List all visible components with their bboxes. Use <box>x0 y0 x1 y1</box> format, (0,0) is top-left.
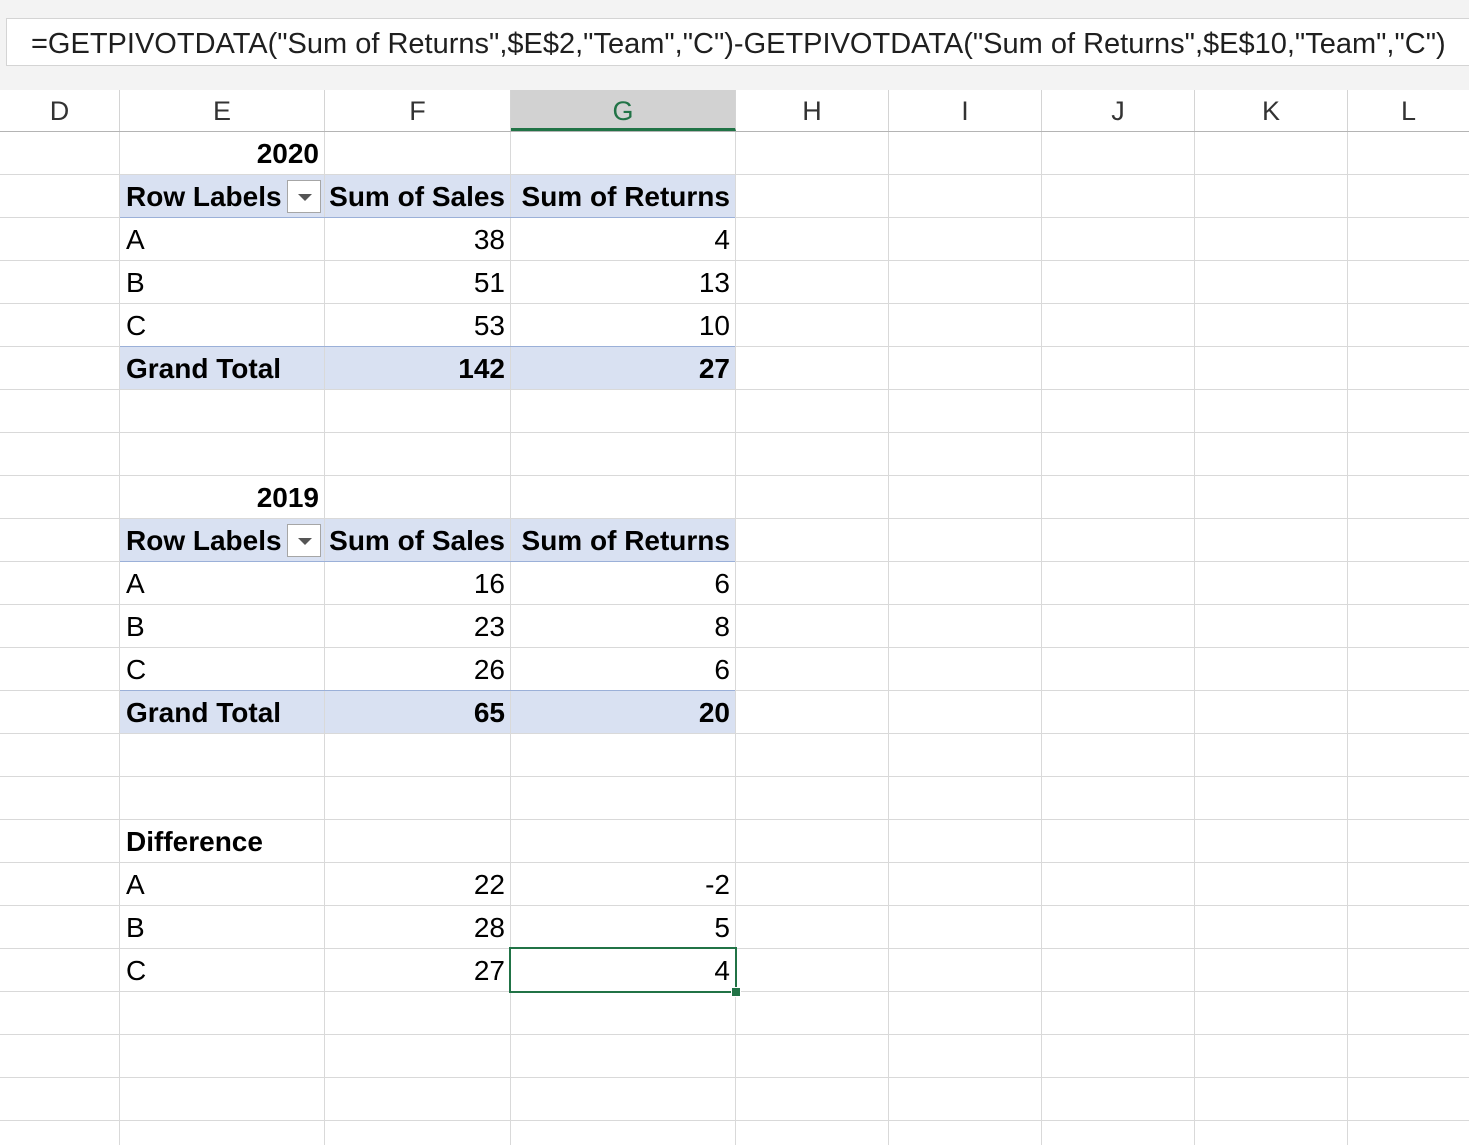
pivot-2019-header-sales[interactable]: Sum of Sales <box>325 519 511 562</box>
difference-row-returns[interactable]: -2 <box>511 863 736 906</box>
filter-dropdown-icon[interactable] <box>287 180 321 213</box>
pivot-2020-header-sales[interactable]: Sum of Sales <box>325 175 511 218</box>
difference-row-returns[interactable]: 5 <box>511 906 736 949</box>
pivot-2020-row-returns[interactable]: 10 <box>511 304 736 347</box>
pivot-2019-row-sales[interactable]: 26 <box>325 648 511 691</box>
pivot-2019-row-label[interactable]: C <box>120 648 325 691</box>
pivot-2020-row-sales[interactable]: 38 <box>325 218 511 261</box>
gridline <box>0 1120 1469 1121</box>
pivot-2020-header-returns[interactable]: Sum of Returns <box>511 175 736 218</box>
gridline <box>0 1034 1469 1035</box>
formula-input[interactable]: =GETPIVOTDATA("Sum of Returns",$E$2,"Tea… <box>6 18 1469 66</box>
pivot-2019-title[interactable]: 2019 <box>120 476 325 519</box>
pivot-2020-row-label[interactable]: B <box>120 261 325 304</box>
pivot-2020-total-label[interactable]: Grand Total <box>120 347 325 390</box>
gridline <box>0 1077 1469 1078</box>
column-header-g[interactable]: G <box>511 90 736 131</box>
gridline <box>0 432 1469 433</box>
pivot-2019-total-label[interactable]: Grand Total <box>120 691 325 734</box>
pivot-2019-row-returns[interactable]: 8 <box>511 605 736 648</box>
gridline <box>888 132 889 1145</box>
gridline <box>0 776 1469 777</box>
active-cell-border[interactable] <box>509 947 737 993</box>
column-header-d[interactable]: D <box>0 90 120 131</box>
fill-handle[interactable] <box>731 987 741 997</box>
pivot-2020-row-sales[interactable]: 53 <box>325 304 511 347</box>
filter-dropdown-icon[interactable] <box>287 524 321 557</box>
difference-row-label[interactable]: B <box>120 906 325 949</box>
pivot-2019-row-returns[interactable]: 6 <box>511 562 736 605</box>
column-header-l[interactable]: L <box>1348 90 1469 131</box>
column-header-e[interactable]: E <box>120 90 325 131</box>
pivot-2019-row-label[interactable]: B <box>120 605 325 648</box>
pivot-2020-row-returns[interactable]: 4 <box>511 218 736 261</box>
pivot-2019-row-sales[interactable]: 23 <box>325 605 511 648</box>
pivot-2020-row-sales[interactable]: 51 <box>325 261 511 304</box>
column-header-j[interactable]: J <box>1042 90 1195 131</box>
difference-row-sales[interactable]: 28 <box>325 906 511 949</box>
formula-bar-area: =GETPIVOTDATA("Sum of Returns",$E$2,"Tea… <box>0 0 1469 90</box>
pivot-2020-title[interactable]: 2020 <box>120 132 325 175</box>
difference-row-label[interactable]: A <box>120 863 325 906</box>
formula-text: =GETPIVOTDATA("Sum of Returns",$E$2,"Tea… <box>31 28 1446 60</box>
pivot-2019-header-returns[interactable]: Sum of Returns <box>511 519 736 562</box>
pivot-2019-row-returns[interactable]: 6 <box>511 648 736 691</box>
gridline <box>1347 132 1348 1145</box>
column-header-k[interactable]: K <box>1195 90 1348 131</box>
column-header-f[interactable]: F <box>325 90 511 131</box>
gridline <box>1041 132 1042 1145</box>
pivot-2020-total-sales[interactable]: 142 <box>325 347 511 390</box>
pivot-2020-row-label[interactable]: C <box>120 304 325 347</box>
pivot-2019-total-returns[interactable]: 20 <box>511 691 736 734</box>
pivot-2019-row-sales[interactable]: 16 <box>325 562 511 605</box>
sheet-grid[interactable]: 2020 Row Labels Sum of Sales Sum of Retu… <box>0 132 1469 1145</box>
column-header-row: D E F G H I J K L <box>0 90 1469 132</box>
pivot-2019-row-label[interactable]: A <box>120 562 325 605</box>
difference-row-sales[interactable]: 22 <box>325 863 511 906</box>
pivot-2020-row-returns[interactable]: 13 <box>511 261 736 304</box>
difference-title[interactable]: Difference <box>120 820 325 863</box>
pivot-2020-total-returns[interactable]: 27 <box>511 347 736 390</box>
difference-row-label[interactable]: C <box>120 949 325 992</box>
pivot-2020-row-label[interactable]: A <box>120 218 325 261</box>
difference-row-sales[interactable]: 27 <box>325 949 511 992</box>
column-header-i[interactable]: I <box>889 90 1042 131</box>
column-header-h[interactable]: H <box>736 90 889 131</box>
gridline <box>1194 132 1195 1145</box>
pivot-2019-total-sales[interactable]: 65 <box>325 691 511 734</box>
